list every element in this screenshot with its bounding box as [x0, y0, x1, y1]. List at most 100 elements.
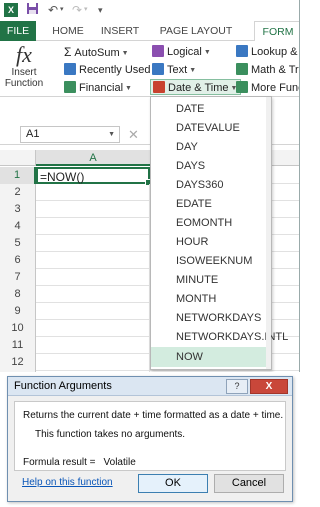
- menu-item-date[interactable]: DATE: [151, 99, 271, 119]
- cell[interactable]: [36, 218, 150, 235]
- math-book-icon: [236, 63, 248, 75]
- menu-item-datevalue[interactable]: DATEVALUE: [151, 118, 271, 138]
- autosum-label: AutoSum: [74, 47, 120, 59]
- formula-result: Formula result = Volatile: [23, 457, 136, 468]
- tab-home[interactable]: HOME: [44, 21, 92, 41]
- more-functions-button[interactable]: More Func: [236, 80, 300, 96]
- save-icon[interactable]: [26, 2, 39, 18]
- clock-book-icon: [153, 81, 165, 93]
- formula-result-value: Volatile: [103, 457, 136, 468]
- menu-item-now[interactable]: NOW: [151, 347, 271, 367]
- row-header[interactable]: 7: [0, 269, 36, 286]
- function-arguments-dialog: Function Arguments ? X Returns the curre…: [7, 376, 293, 502]
- dialog-title: Function Arguments: [14, 380, 112, 392]
- recently-used-label: Recently Used: [79, 64, 151, 76]
- help-button[interactable]: ?: [226, 379, 248, 394]
- cancel-button[interactable]: Cancel: [214, 474, 284, 493]
- text-label: Text: [167, 64, 188, 76]
- menu-item-hour[interactable]: HOUR: [151, 232, 271, 252]
- cell[interactable]: [36, 354, 150, 371]
- menu-item-minute[interactable]: MINUTE: [151, 270, 271, 290]
- chevron-down-icon: ▼: [125, 85, 132, 92]
- tab-file[interactable]: FILE: [0, 21, 36, 41]
- ok-button[interactable]: OK: [138, 474, 208, 493]
- undo-icon[interactable]: ↶: [48, 2, 58, 18]
- row-header[interactable]: 10: [0, 320, 36, 337]
- cancel-entry-icon[interactable]: ✕: [128, 127, 139, 142]
- row-header[interactable]: 1: [0, 167, 36, 184]
- undo-dropdown-icon[interactable]: ▾: [60, 2, 64, 18]
- row-header[interactable]: 4: [0, 218, 36, 235]
- chevron-down-icon[interactable]: ▼: [108, 127, 115, 142]
- name-box-value: A1: [26, 128, 40, 140]
- tab-page-layout[interactable]: PAGE LAYOUT: [150, 21, 242, 41]
- date-time-button[interactable]: Date & Time ▼: [150, 79, 242, 95]
- name-box[interactable]: A1 ▼: [20, 126, 120, 143]
- chevron-down-icon: ▼: [189, 67, 197, 74]
- cell[interactable]: [36, 235, 150, 252]
- recently-used-button[interactable]: Recently Used▼: [64, 62, 159, 78]
- cell[interactable]: [36, 303, 150, 320]
- menu-item-day[interactable]: DAY: [151, 137, 271, 157]
- row-header[interactable]: 13: [0, 371, 36, 372]
- lookup-book-icon: [236, 45, 248, 57]
- text-book-icon: [152, 63, 164, 75]
- dropdown-scrollbar[interactable]: [266, 97, 271, 369]
- close-button[interactable]: X: [250, 379, 288, 394]
- redo-dropdown-icon[interactable]: ▾: [84, 2, 88, 18]
- math-trig-button[interactable]: Math & Tr: [236, 62, 299, 78]
- ribbon-tabs: FILE HOME INSERT PAGE LAYOUT FORM: [0, 21, 299, 42]
- row-header[interactable]: 5: [0, 235, 36, 252]
- select-all-corner[interactable]: [0, 150, 36, 166]
- cell[interactable]: [36, 184, 150, 201]
- row-header[interactable]: 2: [0, 184, 36, 201]
- menu-item-isoweeknum[interactable]: ISOWEEKNUM: [151, 251, 271, 271]
- cell[interactable]: [36, 201, 150, 218]
- no-arguments-message: This function takes no arguments.: [35, 429, 186, 440]
- cell[interactable]: [36, 252, 150, 269]
- lookup-button[interactable]: Lookup &: [236, 44, 297, 60]
- cell[interactable]: [36, 286, 150, 303]
- book-icon: [64, 81, 76, 93]
- cell[interactable]: [36, 269, 150, 286]
- tab-insert[interactable]: INSERT: [94, 21, 146, 41]
- redo-icon[interactable]: ↷: [72, 2, 82, 18]
- math-label: Math & Tr: [251, 64, 299, 76]
- tab-formulas[interactable]: FORM: [254, 21, 299, 42]
- autosum-button[interactable]: Σ AutoSum ▼: [64, 44, 129, 60]
- financial-button[interactable]: Financial ▼: [64, 80, 132, 96]
- menu-item-eomonth[interactable]: EOMONTH: [151, 213, 271, 233]
- ribbon-formulas: fx Insert Function Σ AutoSum ▼ Recently Us…: [0, 41, 300, 97]
- cell[interactable]: [36, 371, 150, 372]
- insert-function-label-2: Function: [4, 78, 44, 89]
- row-header[interactable]: 11: [0, 337, 36, 354]
- menu-item-month[interactable]: MONTH: [151, 289, 271, 309]
- help-on-function-link[interactable]: Help on this function: [22, 477, 113, 488]
- menu-item-edate[interactable]: EDATE: [151, 194, 271, 214]
- sigma-icon: Σ: [64, 45, 72, 59]
- insert-function-button[interactable]: fx Insert Function: [2, 43, 46, 97]
- row-header[interactable]: 8: [0, 286, 36, 303]
- menu-item-networkdays[interactable]: NETWORKDAYS: [151, 308, 271, 328]
- menu-item-days360[interactable]: DAYS360: [151, 175, 271, 195]
- menu-item-networkdays-intl[interactable]: NETWORKDAYS.INTL: [151, 327, 288, 347]
- text-button[interactable]: Text ▼: [152, 62, 196, 78]
- logical-label: Logical: [167, 46, 202, 58]
- dialog-title-bar[interactable]: Function Arguments ? X: [8, 377, 292, 396]
- column-header-a[interactable]: A: [36, 150, 150, 166]
- row-header[interactable]: 12: [0, 354, 36, 371]
- row-header[interactable]: 6: [0, 252, 36, 269]
- row-header[interactable]: 3: [0, 201, 36, 218]
- logical-button[interactable]: Logical ▼: [152, 44, 211, 60]
- more-functions-label: More Func: [251, 82, 300, 94]
- cell[interactable]: [36, 337, 150, 354]
- menu-item-days[interactable]: DAYS: [151, 156, 271, 176]
- customize-qat-icon[interactable]: ▾: [98, 2, 103, 18]
- star-icon: [64, 63, 76, 75]
- formula-result-label: Formula result =: [23, 457, 96, 468]
- cell[interactable]: [36, 320, 150, 337]
- cell-a1[interactable]: =NOW(): [36, 167, 152, 186]
- fx-icon: fx: [16, 42, 32, 67]
- row-header[interactable]: 9: [0, 303, 36, 320]
- dialog-content-panel: Returns the current date + time formatte…: [14, 401, 286, 471]
